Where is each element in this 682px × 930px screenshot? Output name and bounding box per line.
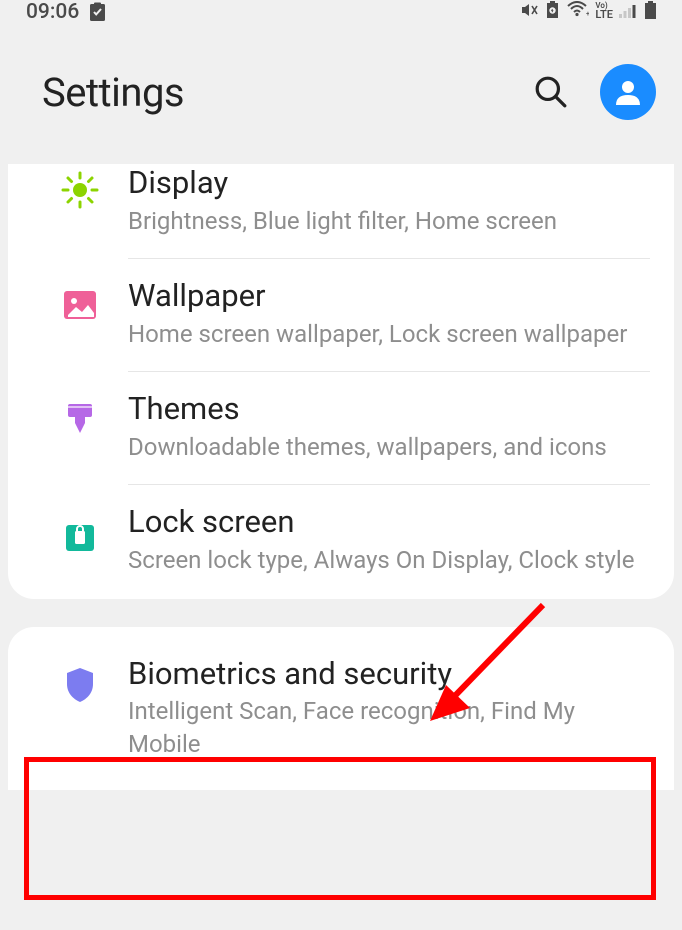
settings-row-themes[interactable]: Themes Downloadable themes, wallpapers, … (8, 372, 674, 485)
battery-icon (645, 1, 656, 19)
clipboard-check-icon (89, 2, 106, 22)
row-title: Biometrics and security (128, 655, 640, 694)
row-title: Themes (128, 390, 640, 429)
row-desc: Intelligent Scan, Face recognition, Find… (128, 695, 640, 760)
status-time: 09:06 (26, 0, 79, 24)
network-type: Vo)LTE (595, 0, 613, 20)
settings-row-biometrics[interactable]: Biometrics and security Intelligent Scan… (8, 627, 674, 791)
battery-saver-icon (544, 1, 561, 19)
row-title: Lock screen (128, 503, 640, 542)
profile-avatar[interactable] (600, 64, 656, 120)
row-desc: Screen lock type, Always On Display, Clo… (128, 544, 640, 576)
search-icon[interactable] (534, 75, 568, 109)
sun-icon (60, 170, 100, 210)
row-desc: Downloadable themes, wallpapers, and ico… (128, 431, 640, 463)
settings-row-lockscreen[interactable]: Lock screen Screen lock type, Always On … (8, 485, 674, 598)
settings-group-2: Biometrics and security Intelligent Scan… (8, 627, 674, 791)
row-desc: Brightness, Blue light filter, Home scre… (128, 205, 640, 237)
row-title: Display (128, 164, 640, 203)
status-bar: 09:06 + Vo)LTE (0, 0, 682, 30)
settings-row-wallpaper[interactable]: Wallpaper Home screen wallpaper, Lock sc… (8, 259, 674, 372)
svg-text:+: + (586, 10, 589, 18)
page-header: Settings (0, 30, 682, 164)
settings-row-display[interactable]: Display Brightness, Blue light filter, H… (8, 164, 674, 259)
wifi-icon: + (567, 1, 589, 18)
page-title: Settings (42, 69, 184, 116)
settings-group-1: Display Brightness, Blue light filter, H… (8, 164, 674, 599)
paint-brush-icon (62, 400, 98, 438)
row-title: Wallpaper (128, 277, 640, 316)
picture-icon (62, 287, 98, 323)
person-icon (612, 76, 644, 108)
shield-icon (62, 665, 98, 705)
signal-icon (619, 2, 639, 18)
volume-mute-icon (520, 1, 538, 19)
lock-icon (63, 513, 97, 553)
row-desc: Home screen wallpaper, Lock screen wallp… (128, 318, 640, 350)
